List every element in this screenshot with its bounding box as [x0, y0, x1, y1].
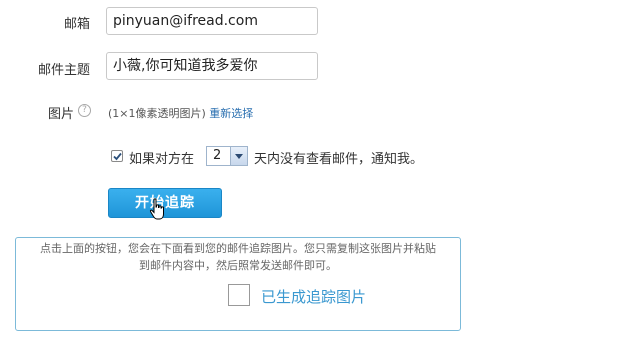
- notify-checkbox[interactable]: [111, 150, 123, 162]
- image-note: (1×1像素透明图片) 重新选择: [108, 105, 253, 121]
- subject-field[interactable]: 小薇,你可知道我多爱你: [106, 52, 318, 80]
- result-instruction-line2: 到邮件内容中，然后照常发送邮件即可。: [139, 259, 337, 272]
- result-instruction-line1: 点击上面的按钮，您会在下面看到您的邮件追踪图片。您只需复制这张图片并粘贴: [40, 242, 436, 255]
- result-instructions: 点击上面的按钮，您会在下面看到您的邮件追踪图片。您只需复制这张图片并粘贴 到邮件…: [16, 240, 460, 274]
- generated-status: 已生成追踪图片: [261, 288, 367, 306]
- tracking-result-panel: 点击上面的按钮，您会在下面看到您的邮件追踪图片。您只需复制这张图片并粘贴 到邮件…: [15, 237, 461, 331]
- check-icon: [113, 152, 122, 161]
- notify-suffix: 天内没有查看邮件，通知我。: [254, 152, 424, 167]
- hand-pointer-icon: [149, 198, 164, 220]
- chevron-down-icon[interactable]: [230, 147, 247, 165]
- days-select[interactable]: 2: [206, 146, 248, 166]
- email-label: 邮箱: [63, 17, 90, 32]
- days-select-value: 2: [213, 148, 222, 163]
- image-placeholder-icon[interactable]: [228, 284, 250, 306]
- question-icon[interactable]: ?: [78, 104, 91, 117]
- email-field[interactable]: pinyuan@ifread.com: [106, 7, 318, 35]
- image-label: 图片: [47, 107, 74, 122]
- reselect-link[interactable]: 重新选择: [209, 107, 253, 120]
- image-size-note: (1×1像素透明图片): [108, 107, 206, 120]
- notify-prefix: 如果对方在: [129, 152, 195, 167]
- subject-label: 邮件主题: [37, 63, 90, 78]
